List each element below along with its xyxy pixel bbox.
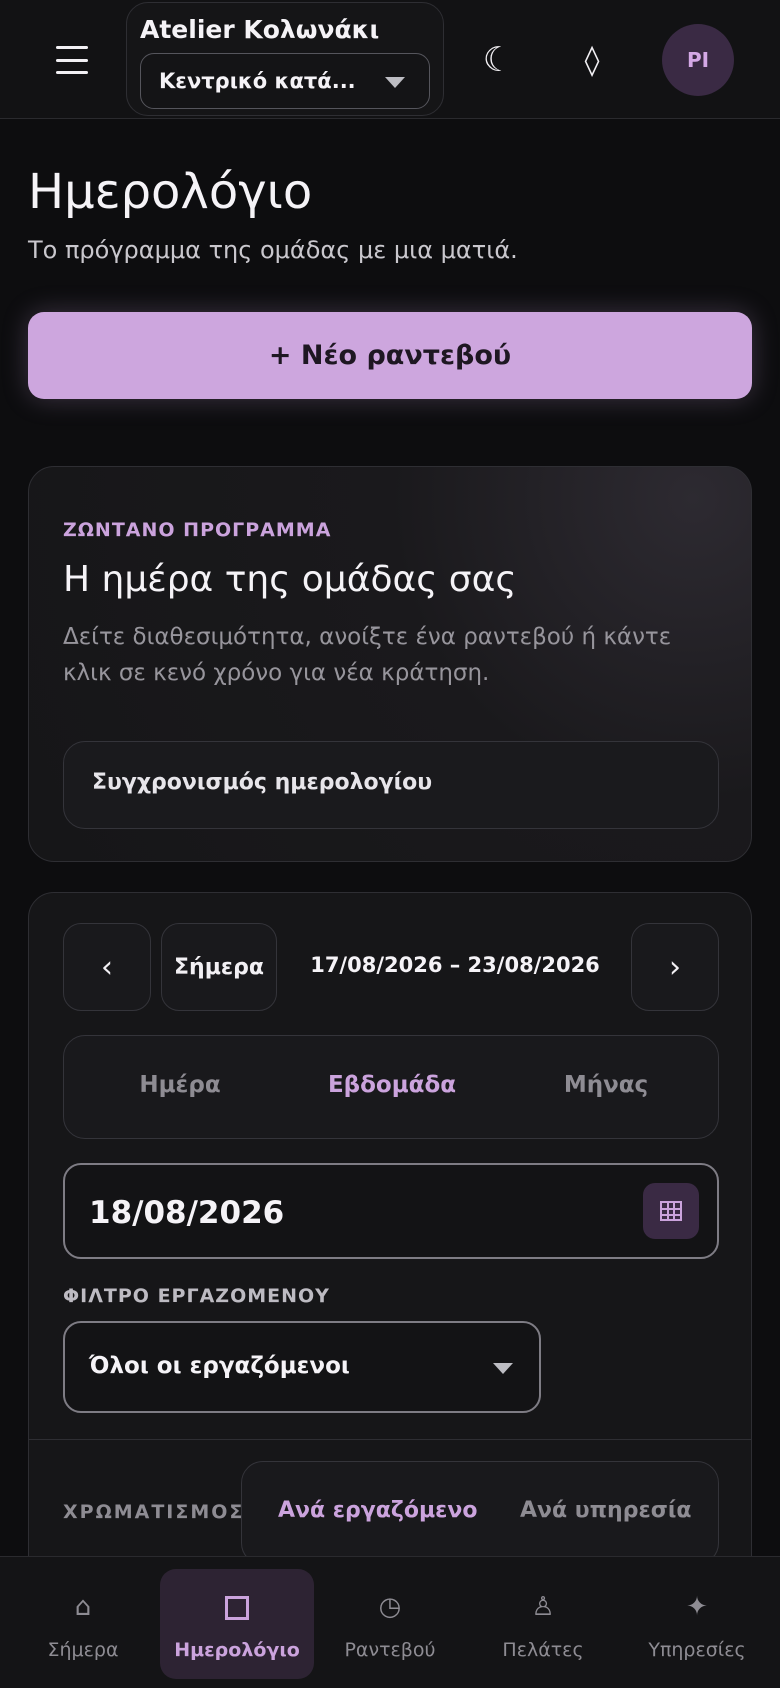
chevron-down-icon: [385, 77, 405, 88]
today-button[interactable]: Σήμερα: [161, 923, 277, 1011]
next-week-button[interactable]: ›: [631, 923, 719, 1011]
employee-filter-label: ΦΙΛΤΡΟ ΕΡΓΑΖΟΜΕΝΟΥ: [63, 1285, 330, 1307]
nav-item-label: Ημερολόγιο: [174, 1639, 300, 1661]
nav-item-today[interactable]: ⌂ Σήμερα: [6, 1569, 160, 1679]
employee-filter-select[interactable]: Όλοι οι εργαζόμενοι: [63, 1321, 541, 1413]
previous-week-button[interactable]: ‹: [63, 923, 151, 1011]
business-switcher: Atelier Κολωνάκι Κεντρικό κατά...: [126, 2, 444, 116]
live-schedule-card: ΖΩΝΤΑΝΟ ΠΡΟΓΡΑΜΜΑ Η ημέρα της ομάδας σας…: [28, 466, 752, 862]
nav-item-appointments[interactable]: ◷ Ραντεβού: [313, 1569, 467, 1679]
sparkle-icon: ✦: [686, 1592, 708, 1622]
calendar-icon[interactable]: [643, 1183, 699, 1239]
nav-item-calendar[interactable]: Ημερολόγιο: [160, 1569, 314, 1679]
nav-item-clients[interactable]: ♙ Πελάτες: [466, 1569, 620, 1679]
sync-calendar-button[interactable]: Συγχρονισμός ημερολογίου: [63, 741, 719, 829]
square-icon: [160, 1591, 314, 1623]
date-picker-value: 18/08/2026: [89, 1195, 285, 1231]
chevron-down-icon: [493, 1363, 513, 1374]
chess-pawn-icon: ♙: [531, 1592, 555, 1622]
coloring-by-service[interactable]: Ανά υπηρεσία: [520, 1498, 692, 1523]
live-schedule-description: Δείτε διαθεσιμότητα, ανοίξτε ένα ραντεβο…: [63, 624, 672, 686]
page-subtitle: Το πρόγραμμα της ομάδας με μια ματιά.: [28, 236, 518, 264]
top-app-bar: Atelier Κολωνάκι Κεντρικό κατά... ☾ ◊ PI: [0, 0, 780, 119]
home-icon: ⌂: [74, 1592, 92, 1622]
avatar[interactable]: PI: [662, 24, 734, 96]
new-appointment-button[interactable]: + Νέο ραντεβού: [28, 312, 752, 399]
nav-item-label: Ραντεβού: [344, 1639, 436, 1661]
diamond-icon[interactable]: ◊: [572, 38, 612, 82]
location-select-label: Κεντρικό κατά...: [159, 69, 356, 93]
business-name: Atelier Κολωνάκι: [140, 15, 380, 44]
nav-item-label: Υπηρεσίες: [648, 1639, 746, 1661]
tab-week[interactable]: Εβδομάδα: [302, 1072, 482, 1098]
employee-filter-value: Όλοι οι εργαζόμενοι: [89, 1353, 350, 1379]
coloring-label: ΧΡΩΜΑΤΙΣΜΟΣ: [63, 1501, 245, 1523]
divider: [29, 1439, 751, 1440]
date-range-label: 17/08/2026 – 23/08/2026: [310, 953, 600, 977]
view-switcher: Ημέρα Εβδομάδα Μήνας: [63, 1035, 719, 1139]
nav-item-label: Σήμερα: [47, 1639, 119, 1661]
date-picker-input[interactable]: 18/08/2026: [63, 1163, 719, 1259]
moon-icon[interactable]: ☾: [478, 36, 518, 84]
clock-icon: ◷: [378, 1592, 402, 1622]
location-select[interactable]: Κεντρικό κατά...: [140, 53, 430, 109]
page-title: Ημερολόγιο: [28, 164, 313, 220]
live-schedule-title: Η ημέρα της ομάδας σας: [63, 559, 517, 600]
live-schedule-eyebrow: ΖΩΝΤΑΝΟ ΠΡΟΓΡΑΜΜΑ: [63, 519, 332, 541]
bottom-navigation: ⌂ Σήμερα Ημερολόγιο ◷ Ραντεβού ♙ Πελάτες…: [0, 1556, 780, 1688]
nav-item-label: Πελάτες: [502, 1639, 584, 1661]
tab-day[interactable]: Ημέρα: [90, 1072, 270, 1098]
coloring-switcher: Ανά εργαζόμενο Ανά υπηρεσία: [241, 1461, 719, 1565]
sync-calendar-label: Συγχρονισμός ημερολογίου: [92, 770, 433, 795]
hamburger-icon[interactable]: [56, 44, 88, 76]
calendar-grid-glyph: [660, 1201, 682, 1221]
nav-item-services[interactable]: ✦ Υπηρεσίες: [620, 1569, 774, 1679]
tab-month[interactable]: Μήνας: [516, 1072, 696, 1098]
coloring-by-employee[interactable]: Ανά εργαζόμενο: [278, 1498, 478, 1523]
